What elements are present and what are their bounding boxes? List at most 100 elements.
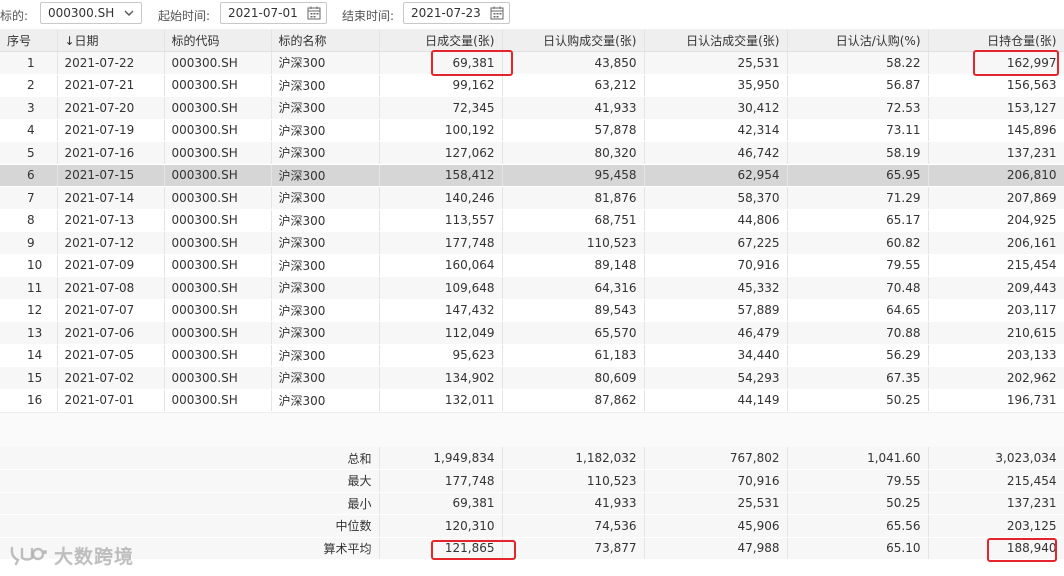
row-code-cell: 000300.SH xyxy=(164,276,272,300)
summary-value: 65.56 xyxy=(787,514,929,538)
summary-table: 总和 1,949,834 1,182,032 767,802 1,041.60 3,023… xyxy=(0,447,1064,560)
table-empty-area xyxy=(0,412,1064,447)
row-date-cell: 2021-07-12 xyxy=(57,231,165,255)
row-put-volume-cell: 42,314 xyxy=(644,119,788,142)
row-put-call-ratio-cell: 60.82 xyxy=(787,231,929,255)
table-row[interactable]: 4 2021-07-19 000300.SH 沪深300 100,192 57,878 42… xyxy=(0,119,1064,142)
row-put-call-ratio-cell: 67.35 xyxy=(787,366,929,390)
row-date-cell: 2021-07-14 xyxy=(57,186,165,210)
table-row[interactable]: 11 2021-07-08 000300.SH 沪深300 109,648 64,316 4… xyxy=(0,276,1064,300)
row-call-volume-cell: 110,523 xyxy=(502,231,645,255)
row-code-cell: 000300.SH xyxy=(164,321,272,345)
row-name-cell: 沪深300 xyxy=(271,389,380,412)
row-code-cell: 000300.SH xyxy=(164,389,272,412)
row-volume-cell: 72,345 xyxy=(379,96,503,120)
row-date-cell: 2021-07-22 xyxy=(57,51,165,75)
start-date-input[interactable]: 2021-07-01 xyxy=(220,2,327,24)
calendar-icon[interactable] xyxy=(489,5,505,21)
table-row[interactable]: 7 2021-07-14 000300.SH 沪深300 140,246 81,876 58… xyxy=(0,186,1064,210)
calendar-icon[interactable] xyxy=(306,5,322,21)
row-volume-cell: 69,381 xyxy=(379,51,503,75)
row-call-volume-cell: 89,543 xyxy=(502,299,645,322)
column-header-volume[interactable]: 日成交量(张) xyxy=(379,29,503,52)
column-header-date[interactable]: ↓日期 xyxy=(57,29,165,52)
row-open-interest-cell: 209,443 xyxy=(928,276,1064,300)
table-row[interactable]: 13 2021-07-06 000300.SH 沪深300 112,049 65,570 4… xyxy=(0,321,1064,345)
column-header-put-call-ratio[interactable]: 日认沽/认购(%) xyxy=(787,29,929,52)
table-row[interactable]: 6 2021-07-15 000300.SH 沪深300 158,412 95,458 62… xyxy=(0,164,1064,187)
table-row[interactable]: 10 2021-07-09 000300.SH 沪深300 160,064 89,148 7… xyxy=(0,254,1064,277)
column-header-code[interactable]: 标的代码 xyxy=(164,29,272,52)
row-date-cell: 2021-07-16 xyxy=(57,141,165,165)
column-header-put-volume[interactable]: 日认沽成交量(张) xyxy=(644,29,788,52)
row-name-cell: 沪深300 xyxy=(271,164,380,187)
summary-value: 177,748 xyxy=(379,469,503,493)
row-put-call-ratio-cell: 50.25 xyxy=(787,389,929,412)
row-call-volume-cell: 87,862 xyxy=(502,389,645,412)
summary-value: 1,041.60 xyxy=(787,447,929,470)
summary-value: 137,231 xyxy=(928,492,1064,515)
column-header-open-interest[interactable]: 日持仓量(张) xyxy=(928,29,1064,52)
row-code-cell: 000300.SH xyxy=(164,231,272,255)
row-call-volume-cell: 41,933 xyxy=(502,96,645,120)
row-index-cell: 6 xyxy=(0,164,58,187)
row-put-call-ratio-cell: 71.29 xyxy=(787,186,929,210)
row-date-cell: 2021-07-21 xyxy=(57,74,165,97)
row-put-volume-cell: 58,370 xyxy=(644,186,788,210)
column-header-name[interactable]: 标的名称 xyxy=(271,29,380,52)
summary-value: 79.55 xyxy=(787,469,929,493)
table-row[interactable]: 3 2021-07-20 000300.SH 沪深300 72,345 41,933 30,… xyxy=(0,96,1064,120)
row-name-cell: 沪深300 xyxy=(271,254,380,277)
row-put-call-ratio-cell: 56.29 xyxy=(787,344,929,367)
row-name-cell: 沪深300 xyxy=(271,344,380,367)
row-index-cell: 9 xyxy=(0,231,58,255)
row-volume-cell: 112,049 xyxy=(379,321,503,345)
row-put-volume-cell: 67,225 xyxy=(644,231,788,255)
table-row[interactable]: 9 2021-07-12 000300.SH 沪深300 177,748 110,523 6… xyxy=(0,231,1064,255)
table-row[interactable]: 2 2021-07-21 000300.SH 沪深300 99,162 63,212 35,… xyxy=(0,74,1064,97)
summary-value: 188,940 xyxy=(928,537,1064,560)
row-volume-cell: 99,162 xyxy=(379,74,503,97)
summary-row: 最大 177,748 110,523 70,916 79.55 215,454 xyxy=(0,469,1064,493)
row-name-cell: 沪深300 xyxy=(271,321,380,345)
row-index-cell: 7 xyxy=(0,186,58,210)
summary-value: 70,916 xyxy=(644,469,788,493)
row-index-cell: 14 xyxy=(0,344,58,367)
summary-row: 中位数 120,310 74,536 45,906 65.56 203,125 xyxy=(0,514,1064,538)
row-volume-cell: 140,246 xyxy=(379,186,503,210)
row-date-cell: 2021-07-08 xyxy=(57,276,165,300)
row-call-volume-cell: 65,570 xyxy=(502,321,645,345)
row-name-cell: 沪深300 xyxy=(271,186,380,210)
summary-value: 65.10 xyxy=(787,537,929,560)
row-date-cell: 2021-07-15 xyxy=(57,164,165,187)
table-row[interactable]: 5 2021-07-16 000300.SH 沪深300 127,062 80,320 46… xyxy=(0,141,1064,165)
row-code-cell: 000300.SH xyxy=(164,254,272,277)
table-row[interactable]: 12 2021-07-07 000300.SH 沪深300 147,432 89,543 5… xyxy=(0,299,1064,322)
column-header-index[interactable]: 序号 xyxy=(0,29,58,52)
row-open-interest-cell: 202,962 xyxy=(928,366,1064,390)
row-code-cell: 000300.SH xyxy=(164,119,272,142)
start-date-label: 起始时间: xyxy=(158,9,211,23)
row-call-volume-cell: 95,458 xyxy=(502,164,645,187)
row-call-volume-cell: 57,878 xyxy=(502,119,645,142)
table-row[interactable]: 14 2021-07-05 000300.SH 沪深300 95,623 61,183 34… xyxy=(0,344,1064,367)
row-open-interest-cell: 203,133 xyxy=(928,344,1064,367)
table-row[interactable]: 8 2021-07-13 000300.SH 沪深300 113,557 68,751 44… xyxy=(0,209,1064,232)
row-index-cell: 4 xyxy=(0,119,58,142)
row-index-cell: 1 xyxy=(0,51,58,75)
row-name-cell: 沪深300 xyxy=(271,276,380,300)
row-index-cell: 10 xyxy=(0,254,58,277)
column-header-call-volume[interactable]: 日认购成交量(张) xyxy=(502,29,645,52)
row-date-cell: 2021-07-01 xyxy=(57,389,165,412)
row-volume-cell: 127,062 xyxy=(379,141,503,165)
symbol-select[interactable]: 000300.SH xyxy=(40,2,142,24)
table-row[interactable]: 16 2021-07-01 000300.SH 沪深300 132,011 87,862 4… xyxy=(0,389,1064,412)
end-date-input[interactable]: 2021-07-23 xyxy=(403,2,510,24)
table-row[interactable]: 1 2021-07-22 000300.SH 沪深300 69,381 43,850 25,… xyxy=(0,51,1064,75)
row-volume-cell: 109,648 xyxy=(379,276,503,300)
summary-value: 45,906 xyxy=(644,514,788,538)
row-name-cell: 沪深300 xyxy=(271,74,380,97)
symbol-select-value: 000300.SH xyxy=(48,6,115,20)
summary-value: 50.25 xyxy=(787,492,929,515)
table-row[interactable]: 15 2021-07-02 000300.SH 沪深300 134,902 80,609 5… xyxy=(0,366,1064,390)
